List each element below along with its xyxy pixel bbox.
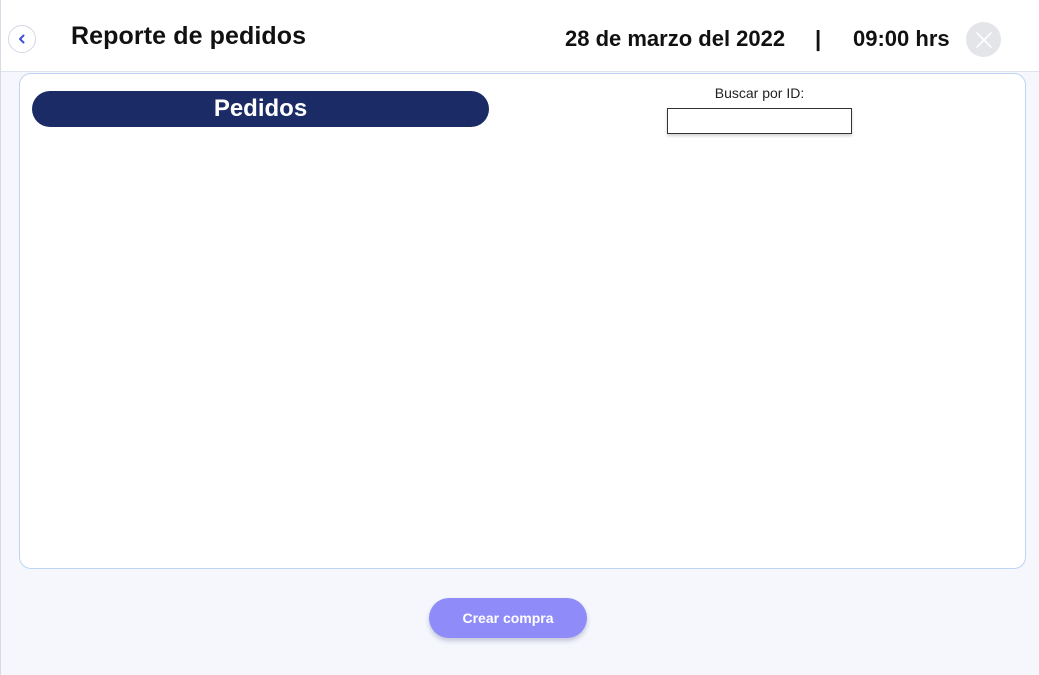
page-title: Reporte de pedidos (71, 22, 307, 50)
chevron-left-icon (19, 34, 25, 44)
orders-section-title: Pedidos (32, 91, 489, 127)
date-display: 28 de marzo del 2022 (565, 26, 786, 51)
close-icon (975, 31, 992, 48)
back-button[interactable] (8, 25, 36, 53)
header-separator: | (815, 26, 822, 51)
top-bar: Reporte de pedidos 28 de marzo del 2022 … (1, 0, 1039, 72)
create-purchase-button[interactable]: Crear compra (429, 598, 587, 638)
time-display: 09:00 hrs (853, 26, 950, 51)
search-id-input[interactable] (667, 108, 852, 134)
orders-panel: Pedidos Buscar por ID: (19, 73, 1026, 569)
close-button[interactable] (966, 22, 1001, 57)
search-label: Buscar por ID: (714, 85, 805, 101)
